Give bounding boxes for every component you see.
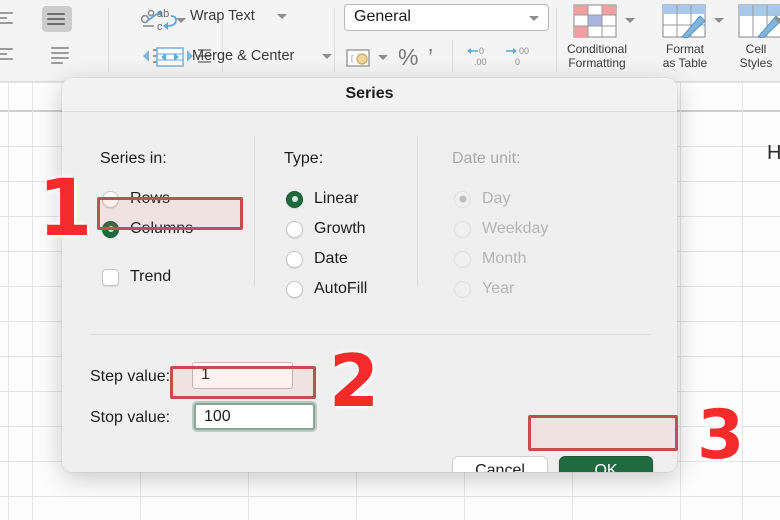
chevron-down-icon[interactable] <box>277 14 287 19</box>
chevron-down-icon[interactable] <box>378 55 388 60</box>
chevron-down-icon[interactable] <box>714 18 724 23</box>
stop-value-input[interactable]: 100 <box>194 403 315 430</box>
checkbox-label: Trend <box>130 268 172 285</box>
screenshot-root: H ab c Wrap Text Merge & Center General … <box>0 0 780 520</box>
cell-styles-label-2[interactable]: Styles <box>728 56 780 70</box>
step-value-label: Step value: <box>90 368 171 385</box>
decrease-decimal-icon[interactable]: 0 .00 <box>466 45 496 69</box>
checkbox-trend[interactable]: Trend <box>102 264 171 290</box>
format-as-table-label-2[interactable]: as Table <box>650 56 720 70</box>
radio-label: Growth <box>314 220 366 237</box>
conditional-formatting-label-1[interactable]: Conditional <box>560 42 634 56</box>
divider <box>556 8 557 72</box>
ribbon-group-styles: Conditional Formatting Format as Table C… <box>0 0 780 81</box>
series-in-group-title: Series in: <box>100 150 167 167</box>
cancel-button[interactable]: Cancel <box>452 456 548 472</box>
divider <box>90 334 650 335</box>
radio-indicator-disabled-selected <box>454 190 471 208</box>
radio-indicator-disabled <box>454 280 471 298</box>
radio-date-unit-year: Year <box>454 276 514 302</box>
number-format-value: General <box>354 8 411 25</box>
radio-label: Columns <box>130 220 194 237</box>
chevron-down-icon[interactable] <box>625 18 635 23</box>
cell-styles-label-1[interactable]: Cell <box>728 42 780 56</box>
radio-label: Date <box>314 250 348 267</box>
radio-label: Linear <box>314 190 359 207</box>
radio-indicator <box>286 250 303 268</box>
radio-date-unit-month: Month <box>454 246 526 272</box>
dialog-title: Series <box>345 85 394 102</box>
comma-format-button[interactable]: ’ <box>428 44 433 71</box>
radio-indicator-disabled <box>454 250 471 268</box>
divider <box>334 8 335 72</box>
excel-ribbon: ab c Wrap Text Merge & Center General [… <box>0 0 780 82</box>
radio-label: Year <box>482 280 515 297</box>
radio-date-unit-day: Day <box>454 186 510 212</box>
percent-format-button[interactable]: % <box>398 44 418 71</box>
chevron-down-icon[interactable] <box>774 18 780 23</box>
radio-type-linear[interactable]: Linear <box>286 186 358 212</box>
annotation-number-2: 2 <box>329 339 380 423</box>
chevron-down-icon[interactable] <box>529 16 539 21</box>
radio-date-unit-weekday: Weekday <box>454 216 548 242</box>
svg-text:0: 0 <box>515 57 520 67</box>
radio-type-autofill[interactable]: AutoFill <box>286 276 367 302</box>
format-as-table-label-1[interactable]: Format <box>650 42 720 56</box>
svg-text:.00: .00 <box>474 57 487 67</box>
radio-label: Weekday <box>482 220 549 237</box>
date-unit-group-title: Date unit: <box>452 150 521 167</box>
divider <box>452 40 453 72</box>
accounting-format-icon[interactable]: [ <box>346 48 370 68</box>
radio-series-in-columns[interactable]: Columns <box>102 216 193 242</box>
conditional-formatting-label-2[interactable]: Formatting <box>560 56 634 70</box>
chevron-down-icon[interactable] <box>322 54 332 59</box>
annotation-number-1: 1 <box>38 164 93 254</box>
radio-label: Day <box>482 190 511 207</box>
radio-indicator-selected <box>102 220 119 238</box>
type-group-title: Type: <box>284 150 324 167</box>
annotation-number-3: 3 <box>697 396 745 475</box>
radio-indicator <box>286 220 303 238</box>
step-value-input[interactable]: 1 <box>192 362 293 389</box>
radio-label: AutoFill <box>314 280 368 297</box>
divider <box>254 136 255 286</box>
divider <box>417 136 418 286</box>
radio-series-in-rows[interactable]: Rows <box>102 186 170 212</box>
radio-type-date[interactable]: Date <box>286 246 348 272</box>
radio-indicator-disabled <box>454 220 471 238</box>
radio-indicator-selected <box>286 190 303 208</box>
radio-label: Rows <box>130 190 171 207</box>
radio-indicator <box>102 190 119 208</box>
format-as-table-icon[interactable] <box>662 4 706 38</box>
svg-text:00: 00 <box>519 46 529 56</box>
radio-type-growth[interactable]: Growth <box>286 216 366 242</box>
conditional-formatting-icon[interactable] <box>573 4 617 38</box>
checkbox-indicator <box>102 268 119 286</box>
cell-text-h[interactable]: H <box>767 142 780 165</box>
radio-label: Month <box>482 250 527 267</box>
svg-text:0: 0 <box>479 46 484 56</box>
increase-decimal-icon[interactable]: 00 0 <box>505 45 535 69</box>
ok-button[interactable]: OK <box>559 456 653 472</box>
stop-value-label: Stop value: <box>90 409 171 426</box>
radio-indicator <box>286 280 303 298</box>
